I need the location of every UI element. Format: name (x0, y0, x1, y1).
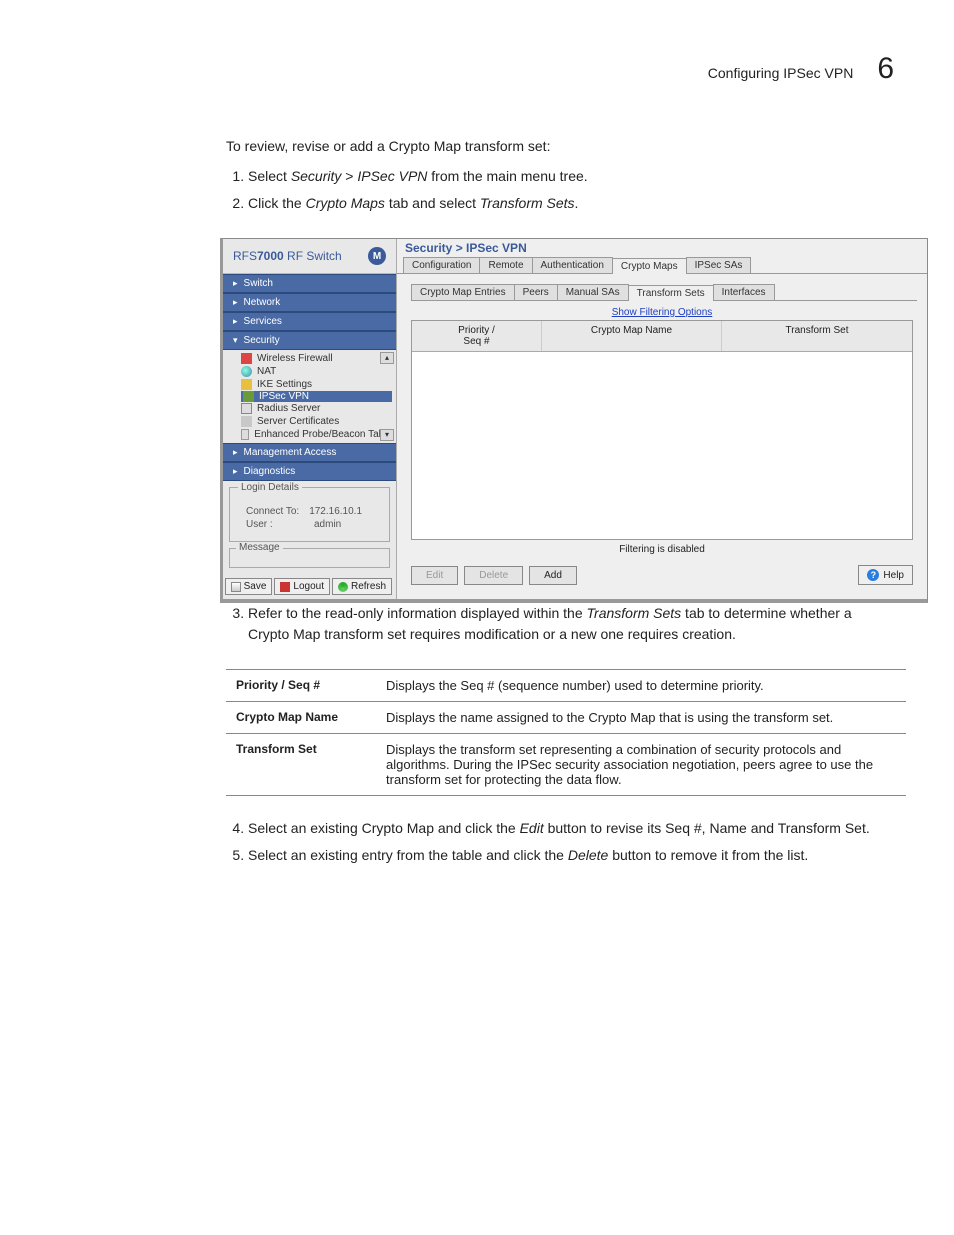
header-chapter: 6 (877, 52, 894, 86)
login-title: Login Details (238, 482, 302, 493)
header-title: Configuring IPSec VPN (708, 65, 854, 81)
tree-ike-settings[interactable]: IKE Settings (241, 378, 392, 391)
app-window: RFS7000 RF Switch M ▸Switch ▸Network ▸Se… (220, 238, 928, 603)
def-key: Priority / Seq # (226, 670, 376, 702)
def-key: Crypto Map Name (226, 702, 376, 734)
field-definitions-table: Priority / Seq # Displays the Seq # (seq… (226, 669, 906, 796)
chevron-right-icon: ▸ (233, 278, 238, 289)
scroll-down-icon[interactable]: ▾ (380, 429, 394, 441)
save-button[interactable]: Save (225, 578, 273, 595)
tab-configuration[interactable]: Configuration (403, 257, 480, 273)
table-row: Transform Set Displays the transform set… (226, 734, 906, 796)
subtab-peers[interactable]: Peers (514, 284, 558, 300)
table-row: Crypto Map Name Displays the name assign… (226, 702, 906, 734)
step-5: Select an existing entry from the table … (248, 845, 894, 866)
subtab-transform-sets[interactable]: Transform Sets (628, 285, 714, 301)
chevron-right-icon: ▸ (233, 466, 238, 477)
lock-icon (241, 379, 252, 390)
add-button[interactable]: Add (529, 566, 577, 585)
save-icon (231, 582, 241, 592)
refresh-icon (338, 582, 348, 592)
nav-diagnostics[interactable]: ▸Diagnostics (223, 462, 396, 481)
tree-wireless-firewall[interactable]: Wireless Firewall (241, 352, 392, 365)
edit-button[interactable]: Edit (411, 566, 458, 585)
login-details: Login Details Connect To:172.16.10.1 Use… (229, 487, 390, 542)
tab-crypto-maps[interactable]: Crypto Maps (612, 258, 687, 274)
steps-list-cont: Refer to the read-only information displ… (226, 603, 894, 645)
nav-switch[interactable]: ▸Switch (223, 274, 396, 293)
help-icon: ? (867, 569, 879, 581)
col-transform-set[interactable]: Transform Set (722, 321, 912, 351)
tree-server-certificates[interactable]: Server Certificates (241, 415, 392, 428)
chevron-down-icon: ▾ (233, 335, 238, 346)
server-icon (241, 403, 252, 414)
security-subtree: ▴ Wireless Firewall NAT IKE Settings IPS… (223, 350, 396, 443)
nav-network[interactable]: ▸Network (223, 293, 396, 312)
sidebar-footer: Save Logout Refresh (223, 574, 396, 599)
col-crypto-map-name[interactable]: Crypto Map Name (542, 321, 722, 351)
step-3: Refer to the read-only information displ… (248, 603, 894, 645)
steps-list-cont2: Select an existing Crypto Map and click … (226, 818, 894, 866)
help-button[interactable]: ?Help (858, 565, 913, 585)
primary-tabs: Configuration Remote Authentication Cryp… (397, 257, 927, 274)
show-filtering-link[interactable]: Show Filtering Options (397, 305, 927, 320)
tree-ipsec-vpn[interactable]: IPSec VPN (241, 391, 392, 402)
table-header: Priority / Seq # Crypto Map Name Transfo… (412, 321, 912, 352)
tree-nat[interactable]: NAT (241, 365, 392, 378)
delete-button[interactable]: Delete (464, 566, 523, 585)
def-val: Displays the transform set representing … (376, 734, 906, 796)
page-header: Configuring IPSec VPN 6 (60, 52, 894, 86)
logout-button[interactable]: Logout (274, 578, 330, 595)
col-priority-seq[interactable]: Priority / Seq # (412, 321, 542, 351)
chevron-right-icon: ▸ (233, 316, 238, 327)
product-title: RFS7000 RF Switch M (223, 239, 396, 274)
subtab-crypto-map-entries[interactable]: Crypto Map Entries (411, 284, 515, 300)
key-icon (243, 391, 254, 402)
tab-remote[interactable]: Remote (479, 257, 532, 273)
message-box: Message (229, 548, 390, 568)
breadcrumb: Security > IPSec VPN (397, 239, 927, 257)
message-title: Message (236, 542, 283, 553)
def-key: Transform Set (226, 734, 376, 796)
def-val: Displays the Seq # (sequence number) use… (376, 670, 906, 702)
intro-text: To review, revise or add a Crypto Map tr… (226, 138, 894, 154)
step-4: Select an existing Crypto Map and click … (248, 818, 894, 839)
certificate-icon (241, 416, 252, 427)
tree-enhanced-probe[interactable]: Enhanced Probe/Beacon Table (241, 428, 392, 441)
filter-status: Filtering is disabled (411, 540, 913, 559)
transform-sets-table: Priority / Seq # Crypto Map Name Transfo… (411, 320, 913, 540)
nav-security[interactable]: ▾Security (223, 331, 396, 350)
step-2: Click the Crypto Maps tab and select Tra… (248, 193, 894, 214)
button-row: Edit Delete Add ?Help (397, 559, 927, 591)
chevron-right-icon: ▸ (233, 447, 238, 458)
table-icon (241, 429, 249, 440)
sidebar: RFS7000 RF Switch M ▸Switch ▸Network ▸Se… (223, 239, 397, 599)
tab-authentication[interactable]: Authentication (532, 257, 613, 273)
tab-ipsec-sas[interactable]: IPSec SAs (686, 257, 752, 273)
nav-management-access[interactable]: ▸Management Access (223, 443, 396, 462)
subtab-interfaces[interactable]: Interfaces (713, 284, 775, 300)
secondary-tabs: Crypto Map Entries Peers Manual SAs Tran… (411, 284, 917, 301)
scroll-up-icon[interactable]: ▴ (380, 352, 394, 364)
step-1: Select Security > IPSec VPN from the mai… (248, 166, 894, 187)
nav-services[interactable]: ▸Services (223, 312, 396, 331)
steps-list: Select Security > IPSec VPN from the mai… (226, 166, 894, 214)
chevron-right-icon: ▸ (233, 297, 238, 308)
subtab-manual-sas[interactable]: Manual SAs (557, 284, 629, 300)
main-panel: Security > IPSec VPN Configuration Remot… (397, 239, 927, 599)
def-val: Displays the name assigned to the Crypto… (376, 702, 906, 734)
vendor-logo-icon: M (368, 247, 386, 265)
table-row: Priority / Seq # Displays the Seq # (seq… (226, 670, 906, 702)
tree-radius-server[interactable]: Radius Server (241, 402, 392, 415)
refresh-button[interactable]: Refresh (332, 578, 392, 595)
globe-icon (241, 366, 252, 377)
firewall-icon (241, 353, 252, 364)
logout-icon (280, 582, 290, 592)
